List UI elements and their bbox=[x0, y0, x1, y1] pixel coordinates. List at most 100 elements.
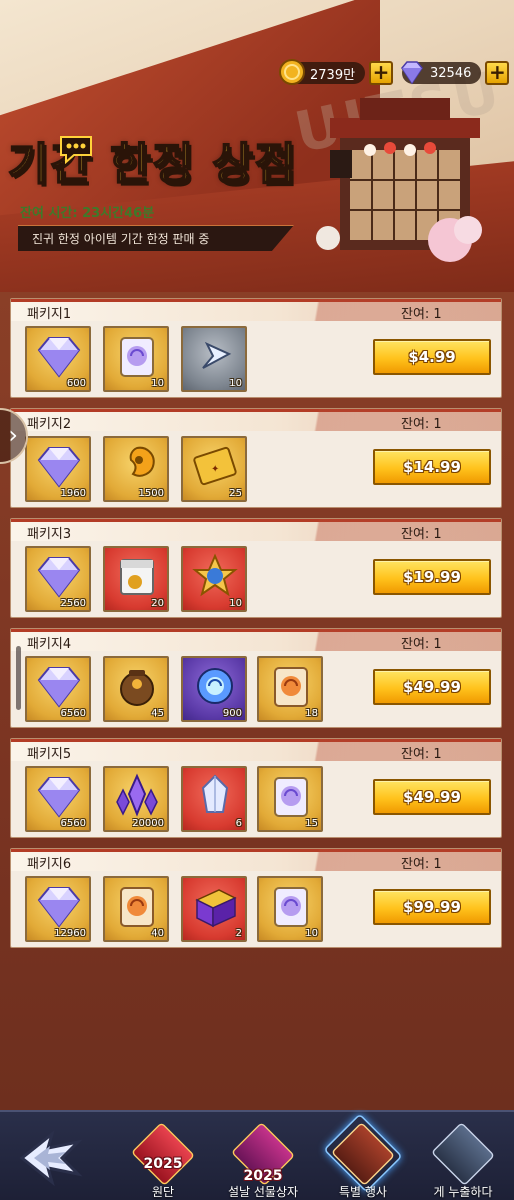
buy-button[interactable]: $49.99 bbox=[373, 669, 491, 705]
chat-bubble-icon bbox=[60, 136, 92, 164]
limited-sale-banner: 진귀 한정 아이템 기간 한정 판매 중 bbox=[18, 225, 294, 251]
package-card: 패키지2 잔여: 1 1960 1500 ✦ 25 $14.99 bbox=[10, 408, 502, 508]
item-quantity: 18 bbox=[305, 708, 318, 719]
item-quantity: 10 bbox=[229, 378, 242, 389]
buy-button[interactable]: $14.99 bbox=[373, 449, 491, 485]
svg-text:✦: ✦ bbox=[211, 464, 219, 475]
magatama-icon bbox=[129, 446, 155, 477]
reward-item-slot[interactable]: 6 bbox=[181, 766, 247, 832]
reward-item-slot[interactable]: 2 bbox=[181, 876, 247, 942]
item-quantity: 10 bbox=[151, 378, 164, 389]
reward-item-slot[interactable]: ✦ 25 bbox=[181, 436, 247, 502]
gem-icon bbox=[37, 887, 81, 928]
gold-coin-icon bbox=[279, 59, 305, 85]
buy-button[interactable]: $4.99 bbox=[373, 339, 491, 375]
gem-icon bbox=[37, 667, 81, 708]
tab-special-event[interactable]: 특별 행사 bbox=[318, 1113, 408, 1200]
pouch-icon bbox=[120, 670, 154, 706]
crystal-icon bbox=[201, 774, 229, 813]
reward-item-slot[interactable]: 15 bbox=[257, 766, 323, 832]
item-quantity: 45 bbox=[151, 708, 164, 719]
buy-button[interactable]: $49.99 bbox=[373, 779, 491, 815]
tab-label: 특별 행사 bbox=[339, 1185, 387, 1199]
package-header: 패키지6 잔여: 1 bbox=[11, 849, 501, 872]
package-name: 패키지1 bbox=[27, 307, 72, 322]
gold-amount-pill: 2739만 bbox=[279, 59, 366, 85]
supply-bag-icon bbox=[120, 559, 154, 595]
tab-new-year[interactable]: 2025 원단 bbox=[118, 1118, 208, 1200]
scrollbar-thumb[interactable] bbox=[16, 646, 21, 710]
gift-box-badge-text: 2025 bbox=[243, 1168, 283, 1184]
crystal-cluster-icon bbox=[116, 773, 158, 817]
item-quantity: 1500 bbox=[138, 488, 164, 499]
gem-currency: 32546 + bbox=[401, 60, 510, 86]
remaining-time-value: 23시간46분 bbox=[82, 206, 155, 221]
item-quantity: 10 bbox=[229, 598, 242, 609]
gem-icon bbox=[37, 557, 81, 598]
summon-ticket-icon bbox=[274, 777, 308, 817]
reward-item-slot[interactable]: 6560 bbox=[25, 766, 91, 832]
reward-item-slot[interactable]: 1500 bbox=[103, 436, 169, 502]
remaining-time: 잔여 시간: 23시간46분 bbox=[20, 202, 154, 221]
package-card: 패키지1 잔여: 1 600 10 10 $4.99 bbox=[10, 298, 502, 398]
header-accent bbox=[271, 739, 501, 761]
tab-leak[interactable]: 게 누출하다 bbox=[418, 1118, 508, 1200]
summon-ticket-icon bbox=[120, 337, 154, 377]
package-stock: 잔여: 1 bbox=[401, 417, 442, 432]
orange-ticket-icon bbox=[120, 887, 154, 927]
tab-gift-box[interactable]: 2025 설날 선물상자 bbox=[218, 1118, 308, 1200]
reward-item-slot[interactable]: 18 bbox=[257, 656, 323, 722]
reward-item-slot[interactable]: 10 bbox=[103, 326, 169, 392]
add-gems-button[interactable]: + bbox=[485, 61, 510, 85]
shard-arrow-icon bbox=[202, 341, 232, 369]
item-quantity: 20000 bbox=[132, 818, 164, 829]
item-quantity: 6560 bbox=[60, 818, 86, 829]
remaining-time-label: 잔여 시간: bbox=[20, 206, 78, 221]
buy-button[interactable]: $19.99 bbox=[373, 559, 491, 595]
package-stock: 잔여: 1 bbox=[401, 857, 442, 872]
package-header: 패키지1 잔여: 1 bbox=[11, 299, 501, 322]
item-quantity: 6560 bbox=[60, 708, 86, 719]
header-accent bbox=[271, 409, 501, 431]
reward-item-slot[interactable]: 20000 bbox=[103, 766, 169, 832]
add-gold-button[interactable]: + bbox=[369, 61, 394, 85]
bottom-nav: 2025 원단 2025 설날 선물상자 특별 행사 게 누출하다 bbox=[0, 1110, 514, 1200]
package-card: 패키지3 잔여: 1 2560 20 10 $19.99 bbox=[10, 518, 502, 618]
item-quantity: 900 bbox=[222, 708, 242, 719]
reward-item-slot[interactable]: 40 bbox=[103, 876, 169, 942]
reward-item-slot[interactable]: 10 bbox=[257, 876, 323, 942]
reward-item-slot[interactable]: 600 bbox=[25, 326, 91, 392]
header-accent bbox=[271, 299, 501, 321]
new-year-badge-icon bbox=[130, 1121, 196, 1187]
item-quantity: 20 bbox=[151, 598, 164, 609]
header-accent bbox=[271, 519, 501, 541]
reward-item-slot[interactable]: 45 bbox=[103, 656, 169, 722]
reward-item-slot[interactable]: 6560 bbox=[25, 656, 91, 722]
reward-item-slot[interactable]: 900 bbox=[181, 656, 247, 722]
package-card: 패키지4 잔여: 1 6560 45 900 18 $49.99 bbox=[10, 628, 502, 728]
buy-button[interactable]: $99.99 bbox=[373, 889, 491, 925]
reward-item-slot[interactable]: 1960 bbox=[25, 436, 91, 502]
new-year-badge-text: 2025 bbox=[143, 1156, 183, 1172]
gem-icon bbox=[401, 61, 423, 85]
package-name: 패키지6 bbox=[27, 857, 72, 872]
item-quantity: 6 bbox=[235, 818, 242, 829]
reward-item-slot[interactable]: 10 bbox=[181, 326, 247, 392]
shop-title: 기간 한정 상점 bbox=[7, 138, 298, 191]
leak-vault-icon bbox=[430, 1121, 496, 1187]
reward-item-slot[interactable]: 12960 bbox=[25, 876, 91, 942]
item-quantity: 10 bbox=[305, 928, 318, 939]
package-header: 패키지2 잔여: 1 bbox=[11, 409, 501, 432]
package-stock: 잔여: 1 bbox=[401, 527, 442, 542]
gem-amount: 32546 bbox=[430, 65, 472, 81]
tab-label: 원단 bbox=[151, 1185, 175, 1199]
reward-item-slot[interactable]: 10 bbox=[181, 546, 247, 612]
package-header: 패키지3 잔여: 1 bbox=[11, 519, 501, 542]
back-arrow-icon[interactable] bbox=[14, 1128, 84, 1188]
package-card: 패키지5 잔여: 1 6560 20000 6 15 $49.99 bbox=[10, 738, 502, 838]
star-badge-icon bbox=[192, 553, 238, 597]
gem-icon bbox=[37, 777, 81, 818]
package-header: 패키지4 잔여: 1 bbox=[11, 629, 501, 652]
reward-item-slot[interactable]: 2560 bbox=[25, 546, 91, 612]
reward-item-slot[interactable]: 20 bbox=[103, 546, 169, 612]
